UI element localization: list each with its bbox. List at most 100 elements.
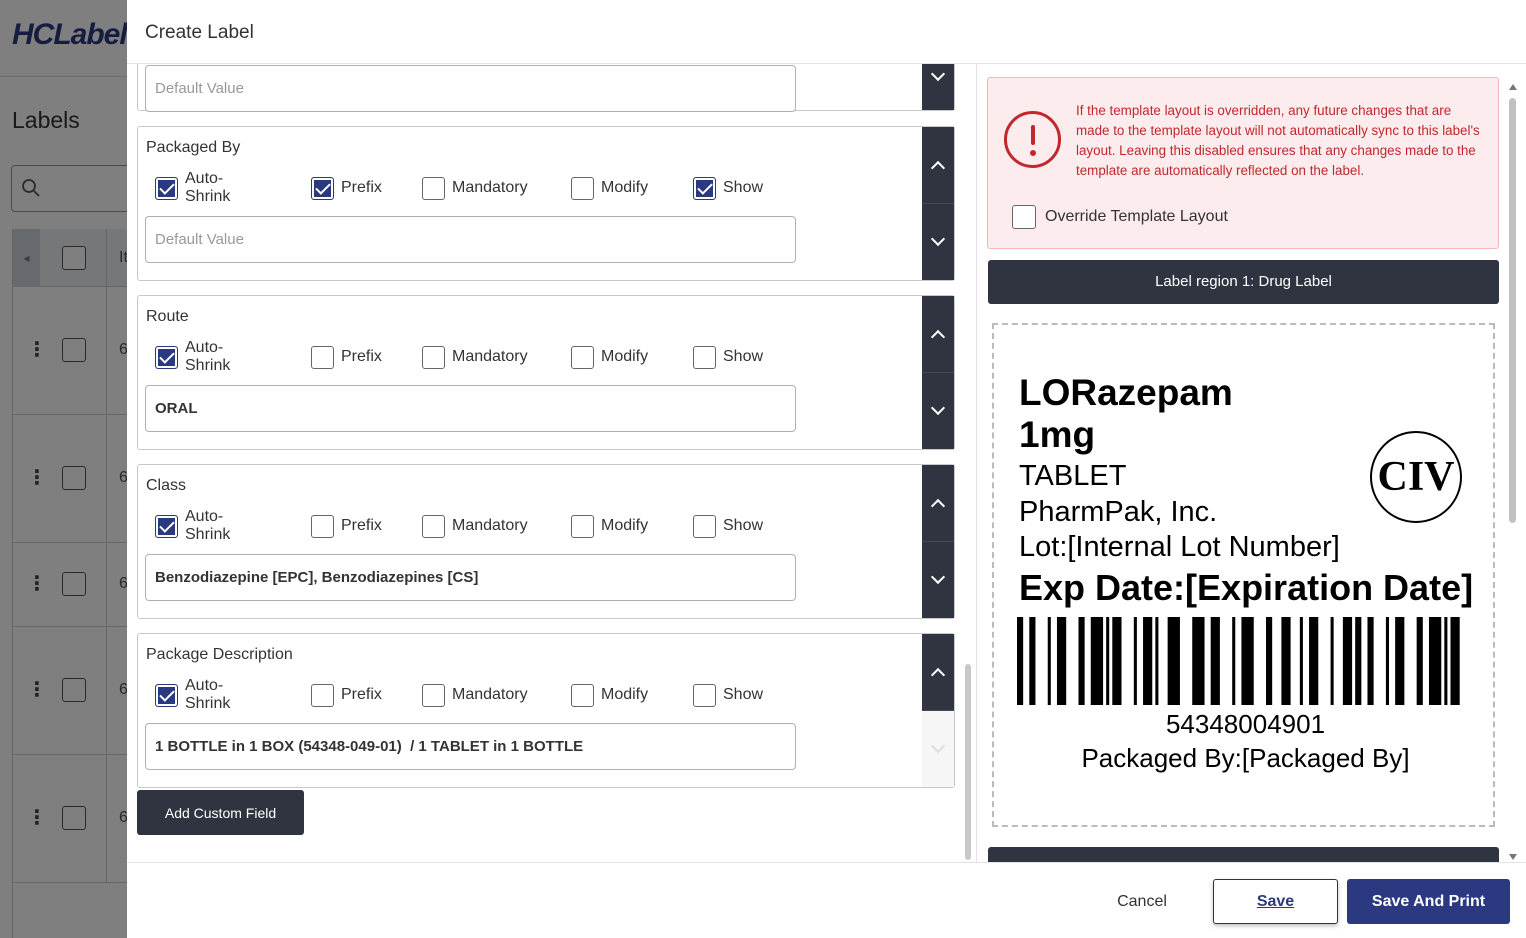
chevron-down-icon	[930, 400, 946, 415]
move-down-button[interactable]	[922, 64, 954, 110]
barcode-bar	[1192, 617, 1205, 705]
chevron-down-icon	[930, 569, 946, 584]
barcode-bar	[1143, 617, 1153, 705]
show-option[interactable]: Show	[693, 176, 763, 200]
prefix-checkbox[interactable]	[311, 683, 334, 707]
show-checkbox[interactable]	[693, 345, 716, 369]
prefix-checkbox[interactable]	[311, 345, 334, 369]
mandatory-option[interactable]: Mandatory	[422, 514, 528, 538]
chevron-up-icon	[930, 160, 946, 175]
field-card-package-description: Package Description Auto-Shrink Prefix M…	[137, 633, 955, 788]
auto-shrink-checkbox[interactable]	[155, 683, 178, 707]
field-card-class: Class Auto-Shrink Prefix Mandatory Modif…	[137, 464, 955, 619]
show-checkbox[interactable]	[693, 683, 716, 707]
barcode-bar	[1090, 617, 1104, 705]
mandatory-option[interactable]: Mandatory	[422, 176, 528, 200]
save-button[interactable]: Save	[1213, 879, 1338, 924]
label-region-header[interactable]	[988, 847, 1499, 862]
scroll-up-icon[interactable]	[1509, 84, 1517, 90]
auto-shrink-option[interactable]: Auto-Shrink	[155, 508, 230, 543]
mandatory-checkbox[interactable]	[422, 176, 445, 200]
show-option[interactable]: Show	[693, 514, 763, 538]
mandatory-option[interactable]: Mandatory	[422, 345, 528, 369]
move-down-button	[922, 710, 954, 787]
mandatory-option[interactable]: Mandatory	[422, 683, 528, 707]
prefix-option[interactable]: Prefix	[311, 683, 382, 707]
barcode-bar	[1355, 617, 1362, 705]
field-label: Class	[146, 477, 187, 494]
barcode-bar	[1029, 617, 1036, 705]
show-checkbox[interactable]	[693, 514, 716, 538]
move-up-button[interactable]	[922, 296, 954, 373]
cancel-button[interactable]: Cancel	[1097, 879, 1187, 924]
auto-shrink-checkbox[interactable]	[155, 176, 178, 200]
barcode-bar	[1342, 617, 1353, 705]
barcode-bar	[1047, 617, 1051, 705]
override-template-layout-option[interactable]: Override Template Layout	[1012, 205, 1228, 229]
drug-label-preview: LORazepam 1mg TABLET PharmPak, Inc. Lot:…	[992, 323, 1495, 827]
barcode-bar	[1444, 617, 1448, 705]
drawer-header: Create Label	[127, 0, 1526, 64]
default-value-input[interactable]	[145, 216, 796, 263]
scrollbar[interactable]	[965, 664, 971, 860]
scrollbar-thumb[interactable]	[1509, 98, 1516, 523]
barcode-bar	[1416, 617, 1423, 705]
modify-checkbox[interactable]	[571, 514, 594, 538]
auto-shrink-option[interactable]: Auto-Shrink	[155, 677, 230, 712]
warning-text: If the template layout is overridden, an…	[1076, 103, 1480, 178]
scrollbar[interactable]	[1508, 84, 1518, 860]
prefix-checkbox[interactable]	[311, 514, 334, 538]
field-reorder-controls	[922, 296, 954, 449]
modify-option[interactable]: Modify	[571, 683, 648, 707]
modify-option[interactable]: Modify	[571, 176, 648, 200]
move-down-button[interactable]	[922, 204, 954, 281]
field-reorder-controls	[922, 64, 954, 110]
auto-shrink-option[interactable]: Auto-Shrink	[155, 170, 230, 205]
show-option[interactable]: Show	[693, 345, 763, 369]
drawer-title: Create Label	[145, 22, 254, 43]
move-down-button[interactable]	[922, 373, 954, 450]
modify-checkbox[interactable]	[571, 176, 594, 200]
label-region-header[interactable]: Label region 1: Drug Label	[988, 260, 1499, 304]
modify-checkbox[interactable]	[571, 683, 594, 707]
drug-strength: 1mg	[1019, 414, 1096, 455]
barcode-bar	[1106, 617, 1110, 705]
field-label: Package Description	[146, 646, 293, 663]
barcode-bar	[1395, 617, 1405, 705]
default-value-input[interactable]	[145, 723, 796, 770]
mandatory-checkbox[interactable]	[422, 683, 445, 707]
label-preview-pane: If the template layout is overridden, an…	[977, 64, 1526, 862]
drug-name: LORazepam	[1019, 372, 1233, 413]
modify-option[interactable]: Modify	[571, 345, 648, 369]
show-option[interactable]: Show	[693, 683, 763, 707]
modify-checkbox[interactable]	[571, 345, 594, 369]
field-list[interactable]: Packaged By Auto-Shrink Prefix Mandatory…	[127, 64, 977, 862]
auto-shrink-option[interactable]: Auto-Shrink	[155, 339, 230, 374]
prefix-checkbox[interactable]	[311, 176, 334, 200]
auto-shrink-checkbox[interactable]	[155, 345, 178, 369]
auto-shrink-checkbox[interactable]	[155, 514, 178, 538]
default-value-input[interactable]	[145, 554, 796, 601]
move-down-button[interactable]	[922, 542, 954, 619]
barcode-bar	[1167, 617, 1180, 705]
barcode-bar	[1309, 617, 1319, 705]
add-custom-field-button[interactable]: Add Custom Field	[137, 790, 304, 835]
barcode-bar	[1281, 617, 1291, 705]
prefix-option[interactable]: Prefix	[311, 345, 382, 369]
default-value-input[interactable]	[145, 385, 796, 432]
create-label-drawer: Create Label Packaged By Auto-Shrink Pre…	[127, 0, 1526, 938]
scroll-down-icon[interactable]	[1509, 854, 1517, 860]
override-template-layout-label: Override Template Layout	[1045, 208, 1228, 225]
prefix-option[interactable]: Prefix	[311, 514, 382, 538]
default-value-input[interactable]	[145, 65, 796, 112]
save-and-print-button[interactable]: Save And Print	[1347, 879, 1510, 924]
move-up-button[interactable]	[922, 465, 954, 542]
modify-option[interactable]: Modify	[571, 514, 648, 538]
move-up-button[interactable]	[922, 634, 954, 711]
prefix-option[interactable]: Prefix	[311, 176, 382, 200]
override-template-layout-checkbox[interactable]	[1012, 205, 1036, 229]
show-checkbox[interactable]	[693, 176, 716, 200]
move-up-button[interactable]	[922, 127, 954, 204]
mandatory-checkbox[interactable]	[422, 514, 445, 538]
mandatory-checkbox[interactable]	[422, 345, 445, 369]
